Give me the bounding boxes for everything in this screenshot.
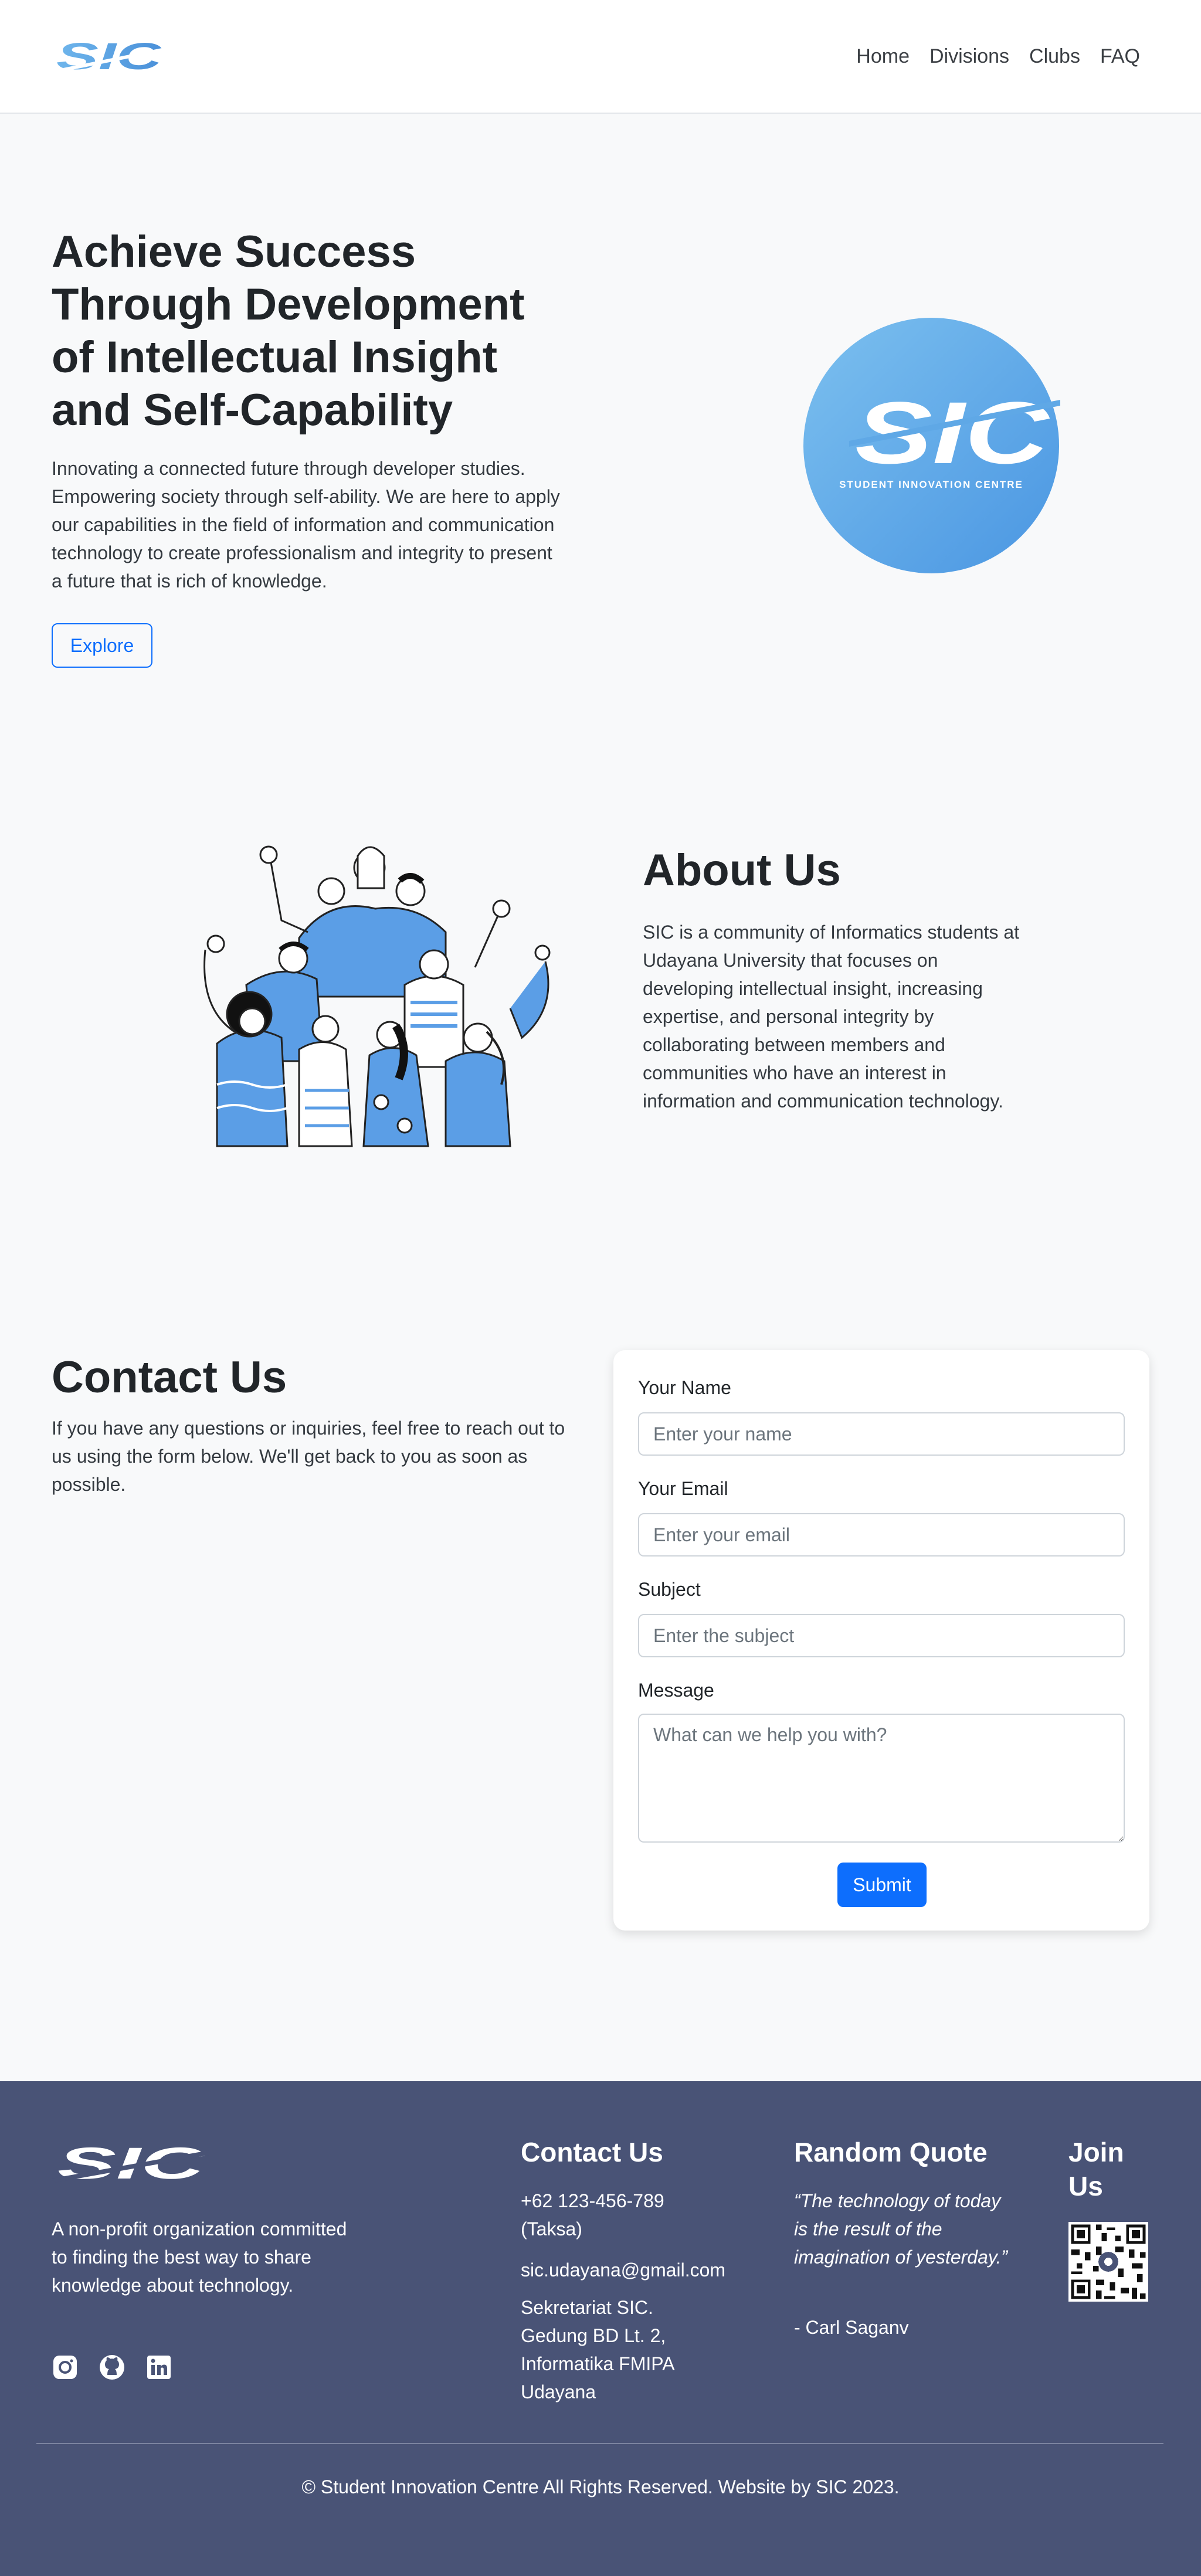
footer-divider	[36, 2443, 1163, 2444]
hero-sic-logo: SIC STUDENT INNOVATION CENTRE	[803, 318, 1060, 573]
footer-phone: +62 123-456-789 (Taksa)	[521, 2190, 664, 2239]
email-label: Your Email	[638, 1478, 728, 1499]
footer: SIC A non-profit organization committed …	[0, 2081, 1201, 2576]
about-text: SIC is a community of Informatics studen…	[643, 922, 1020, 1112]
subject-label: Subject	[638, 1579, 701, 1600]
hero-text: Innovating a connected future through de…	[52, 458, 560, 592]
social-links	[52, 2354, 172, 2381]
instagram-icon[interactable]	[52, 2354, 79, 2381]
svg-text:SIC: SIC	[56, 36, 162, 77]
footer-join-title: Join Us	[1068, 2137, 1124, 2201]
footer-contact-title: Contact Us	[521, 2137, 663, 2167]
contact-form: Your Name Your Email Subject Message Sub…	[613, 1350, 1149, 1931]
hero-title: Achieve Success Through Development of I…	[52, 227, 525, 435]
nav-link-faq[interactable]: FAQ	[1100, 41, 1140, 72]
svg-text:STUDENT INNOVATION CENTRE: STUDENT INNOVATION CENTRE	[839, 479, 1023, 490]
explore-button[interactable]: Explore	[52, 623, 152, 668]
community-illustration	[203, 845, 551, 1147]
nav-link-divisions[interactable]: Divisions	[929, 41, 1009, 72]
footer-quote-title: Random Quote	[794, 2137, 988, 2167]
linkedin-icon[interactable]	[145, 2354, 172, 2381]
contact-text: If you have any questions or inquiries, …	[52, 1418, 565, 1495]
sic-logo[interactable]: SIC	[52, 36, 169, 77]
message-label: Message	[638, 1680, 714, 1701]
footer-email[interactable]: sic.udayana@gmail.com	[521, 2256, 755, 2284]
email-input[interactable]	[638, 1513, 1125, 1557]
svg-text:SIC: SIC	[57, 2140, 205, 2187]
copyright-text: © Student Innovation Centre All Rights R…	[301, 2476, 900, 2497]
qr-code-icon[interactable]	[1068, 2222, 1148, 2302]
footer-sic-logo[interactable]: SIC	[52, 2140, 210, 2187]
subject-input[interactable]	[638, 1614, 1125, 1657]
svg-text:SIC: SIC	[855, 383, 1051, 482]
nav-links: Home Divisions Clubs FAQ	[856, 41, 1140, 72]
navbar: SIC Home Divisions Clubs FAQ	[0, 0, 1201, 114]
contact-title: Contact Us	[52, 1352, 287, 1402]
submit-button[interactable]: Submit	[837, 1863, 927, 1907]
nav-link-home[interactable]: Home	[856, 41, 910, 72]
nav-link-clubs[interactable]: Clubs	[1029, 41, 1080, 72]
about-title: About Us	[643, 845, 841, 895]
footer-description: A non-profit organization committed to f…	[52, 2218, 347, 2296]
footer-address: Sekretariat SIC. Gedung BD Lt. 2, Inform…	[521, 2297, 674, 2402]
message-textarea[interactable]	[638, 1714, 1125, 1843]
footer-quote-author: - Carl Saganv	[794, 2317, 909, 2338]
name-input[interactable]	[638, 1412, 1125, 1456]
name-label: Your Name	[638, 1377, 731, 1398]
footer-quote: “The technology of today is the result o…	[794, 2190, 1008, 2268]
github-icon[interactable]	[99, 2354, 125, 2381]
